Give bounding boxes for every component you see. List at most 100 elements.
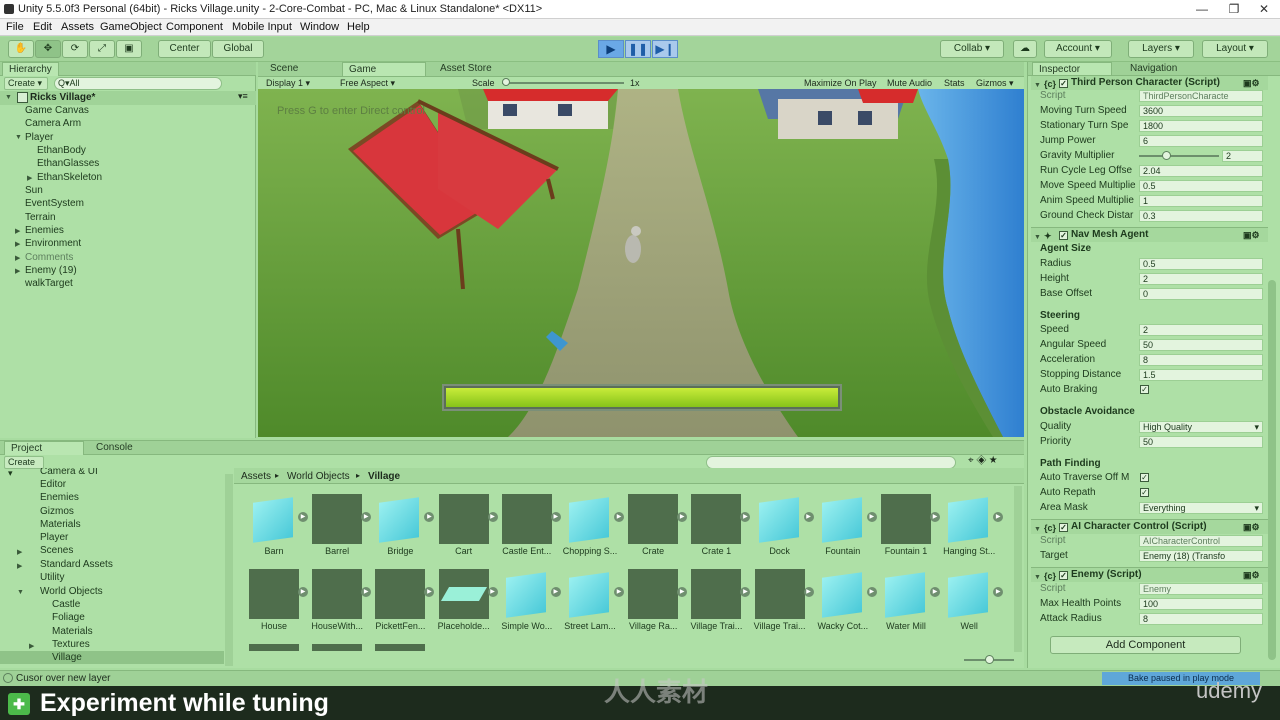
maximize-button[interactable]: ❐ xyxy=(1218,0,1250,19)
expand-prefab-icon[interactable]: ▶ xyxy=(614,512,624,522)
collapsed-arrow-icon[interactable]: ▶ xyxy=(27,174,32,182)
expand-arrow-icon[interactable]: ▼ xyxy=(5,94,12,101)
expand-prefab-icon[interactable]: ▶ xyxy=(740,512,751,522)
quality-dropdown[interactable]: High Quality ▾ xyxy=(1139,421,1263,433)
move-speed-multiplier-field[interactable]: 0.5 xyxy=(1139,180,1263,192)
hierarchy-create-button[interactable]: Create ▾ xyxy=(4,77,48,90)
layout-dropdown[interactable]: Layout ▾ xyxy=(1202,40,1268,58)
layers-dropdown[interactable]: Layers ▾ xyxy=(1128,40,1194,58)
add-component-button[interactable]: Add Component xyxy=(1050,636,1241,654)
play-button[interactable]: ▶ xyxy=(598,40,624,58)
step-button[interactable]: ▶❙ xyxy=(652,40,678,58)
hierarchy-item[interactable]: Enemy (19) xyxy=(25,264,77,277)
folder-item[interactable]: Foliage xyxy=(52,612,85,623)
asset-item-partial[interactable] xyxy=(249,644,299,651)
expand-arrow-icon[interactable]: ▼ xyxy=(15,134,22,141)
component-settings-icon[interactable]: ▣⚙ xyxy=(1243,568,1260,582)
expand-prefab-icon[interactable]: ▶ xyxy=(803,587,814,597)
expand-prefab-icon[interactable]: ▶ xyxy=(550,587,561,597)
menu-gameobject[interactable]: GameObject xyxy=(100,21,162,33)
expand-prefab-icon[interactable]: ▶ xyxy=(993,512,1004,522)
hierarchy-item[interactable]: Camera Arm xyxy=(25,117,81,130)
folder-item[interactable]: Scenes xyxy=(40,545,73,556)
collapsed-arrow-icon[interactable]: ▶ xyxy=(29,642,34,650)
tab-console[interactable]: Console xyxy=(90,441,139,455)
tab-game[interactable]: Game xyxy=(342,62,426,76)
hierarchy-search-input[interactable]: Q▾All xyxy=(54,77,222,90)
expand-prefab-icon[interactable]: ▶ xyxy=(298,512,308,522)
component-enabled-checkbox[interactable]: ✓ xyxy=(1059,79,1068,88)
attack-radius-field[interactable]: 8 xyxy=(1139,613,1263,625)
folder-item[interactable]: Textures xyxy=(52,639,90,650)
expand-prefab-icon[interactable]: ▶ xyxy=(361,587,372,597)
hierarchy-item[interactable]: Sun xyxy=(25,184,43,197)
menu-assets[interactable]: Assets xyxy=(61,21,94,33)
stopping-distance-field[interactable]: 1.5 xyxy=(1139,369,1263,381)
max-health-points-field[interactable]: 100 xyxy=(1139,598,1263,610)
collapsed-arrow-icon[interactable]: ▶ xyxy=(15,240,20,248)
menu-help[interactable]: Help xyxy=(347,21,370,33)
expand-prefab-icon[interactable]: ▶ xyxy=(424,512,435,522)
hierarchy-item[interactable]: walkTarget xyxy=(25,277,73,290)
pivot-global-button[interactable]: Global xyxy=(212,40,264,58)
folder-item[interactable]: Castle xyxy=(52,599,80,610)
cloud-icon[interactable]: ☁ xyxy=(1013,40,1037,58)
tree-scrollbar[interactable] xyxy=(225,474,233,666)
collapsed-arrow-icon[interactable]: ▶ xyxy=(15,254,20,262)
folder-item[interactable]: Gizmos xyxy=(40,506,74,517)
component-settings-icon[interactable]: ▣⚙ xyxy=(1243,520,1260,534)
hierarchy-item[interactable]: Enemies xyxy=(25,224,64,237)
hierarchy-item[interactable]: Player xyxy=(25,131,53,144)
auto-traverse-checkbox[interactable]: ✓ xyxy=(1140,473,1149,482)
rect-tool-icon[interactable]: ▣ xyxy=(116,40,142,58)
expand-prefab-icon[interactable]: ▶ xyxy=(487,587,498,597)
expand-prefab-icon[interactable]: ▶ xyxy=(993,587,1004,597)
stationary-turn-speed-field[interactable]: 1800 xyxy=(1139,120,1263,132)
component-settings-icon[interactable]: ▣⚙ xyxy=(1243,228,1260,242)
ground-check-distance-field[interactable]: 0.3 xyxy=(1139,210,1263,222)
folder-item[interactable]: Editor xyxy=(40,479,66,490)
hierarchy-item[interactable]: Environment xyxy=(25,237,81,250)
icon-size-slider-handle[interactable] xyxy=(985,655,994,664)
gravity-slider[interactable] xyxy=(1139,155,1219,157)
folder-item[interactable]: Standard Assets xyxy=(40,559,113,570)
tab-navigation[interactable]: Navigation xyxy=(1124,62,1183,76)
minimize-button[interactable]: — xyxy=(1186,0,1218,19)
pause-button[interactable]: ❚❚ xyxy=(625,40,651,58)
ai-character-control-header[interactable]: ▼ {c} ✓ AI Character Control (Script) ▣⚙ xyxy=(1031,519,1268,534)
expand-prefab-icon[interactable]: ▶ xyxy=(740,587,751,597)
third-person-character-header[interactable]: ▼ {c} ✓ Third Person Character (Script) … xyxy=(1031,75,1268,90)
tab-asset-store[interactable]: Asset Store xyxy=(434,62,498,76)
tab-hierarchy[interactable]: Hierarchy xyxy=(2,62,59,76)
collab-button[interactable]: Collab ▾ xyxy=(940,40,1004,58)
tab-project[interactable]: Project xyxy=(4,441,84,455)
tab-inspector[interactable]: Inspector xyxy=(1032,62,1112,76)
run-cycle-leg-offset-field[interactable]: 2.04 xyxy=(1139,165,1263,177)
folder-item[interactable]: Materials xyxy=(40,519,81,530)
hierarchy-item[interactable]: Game Canvas xyxy=(25,104,89,117)
folder-item[interactable]: World Objects xyxy=(40,586,103,597)
script-field[interactable]: Enemy xyxy=(1139,583,1263,595)
selected-folder-row[interactable] xyxy=(0,651,224,664)
collapsed-arrow-icon[interactable]: ▶ xyxy=(17,562,22,570)
scale-slider-handle[interactable] xyxy=(502,78,510,86)
tab-scene[interactable]: Scene xyxy=(264,62,304,76)
gravity-slider-handle[interactable] xyxy=(1162,151,1171,160)
target-field[interactable]: Enemy (18) (Transfo xyxy=(1139,550,1263,562)
inspector-scrollbar[interactable] xyxy=(1268,280,1276,660)
expand-prefab-icon[interactable]: ▶ xyxy=(614,587,624,597)
folder-item[interactable]: Player xyxy=(40,532,68,543)
scale-tool-icon[interactable]: ⤢ xyxy=(89,40,115,58)
expand-prefab-icon[interactable]: ▶ xyxy=(930,587,940,597)
folder-item[interactable]: Enemies xyxy=(40,492,79,503)
base-offset-field[interactable]: 0 xyxy=(1139,288,1263,300)
expand-arrow-icon[interactable]: ▼ xyxy=(17,589,24,596)
game-view[interactable]: Press G to enter Direct control xyxy=(258,89,1024,437)
expand-prefab-icon[interactable]: ▶ xyxy=(866,512,877,522)
menu-window[interactable]: Window xyxy=(300,21,339,33)
collapsed-arrow-icon[interactable]: ▶ xyxy=(15,227,20,235)
priority-field[interactable]: 50 xyxy=(1139,436,1263,448)
breadcrumb-assets[interactable]: Assets xyxy=(241,471,271,482)
component-enabled-checkbox[interactable]: ✓ xyxy=(1059,571,1068,580)
move-tool-icon[interactable]: ✥ xyxy=(35,40,61,58)
